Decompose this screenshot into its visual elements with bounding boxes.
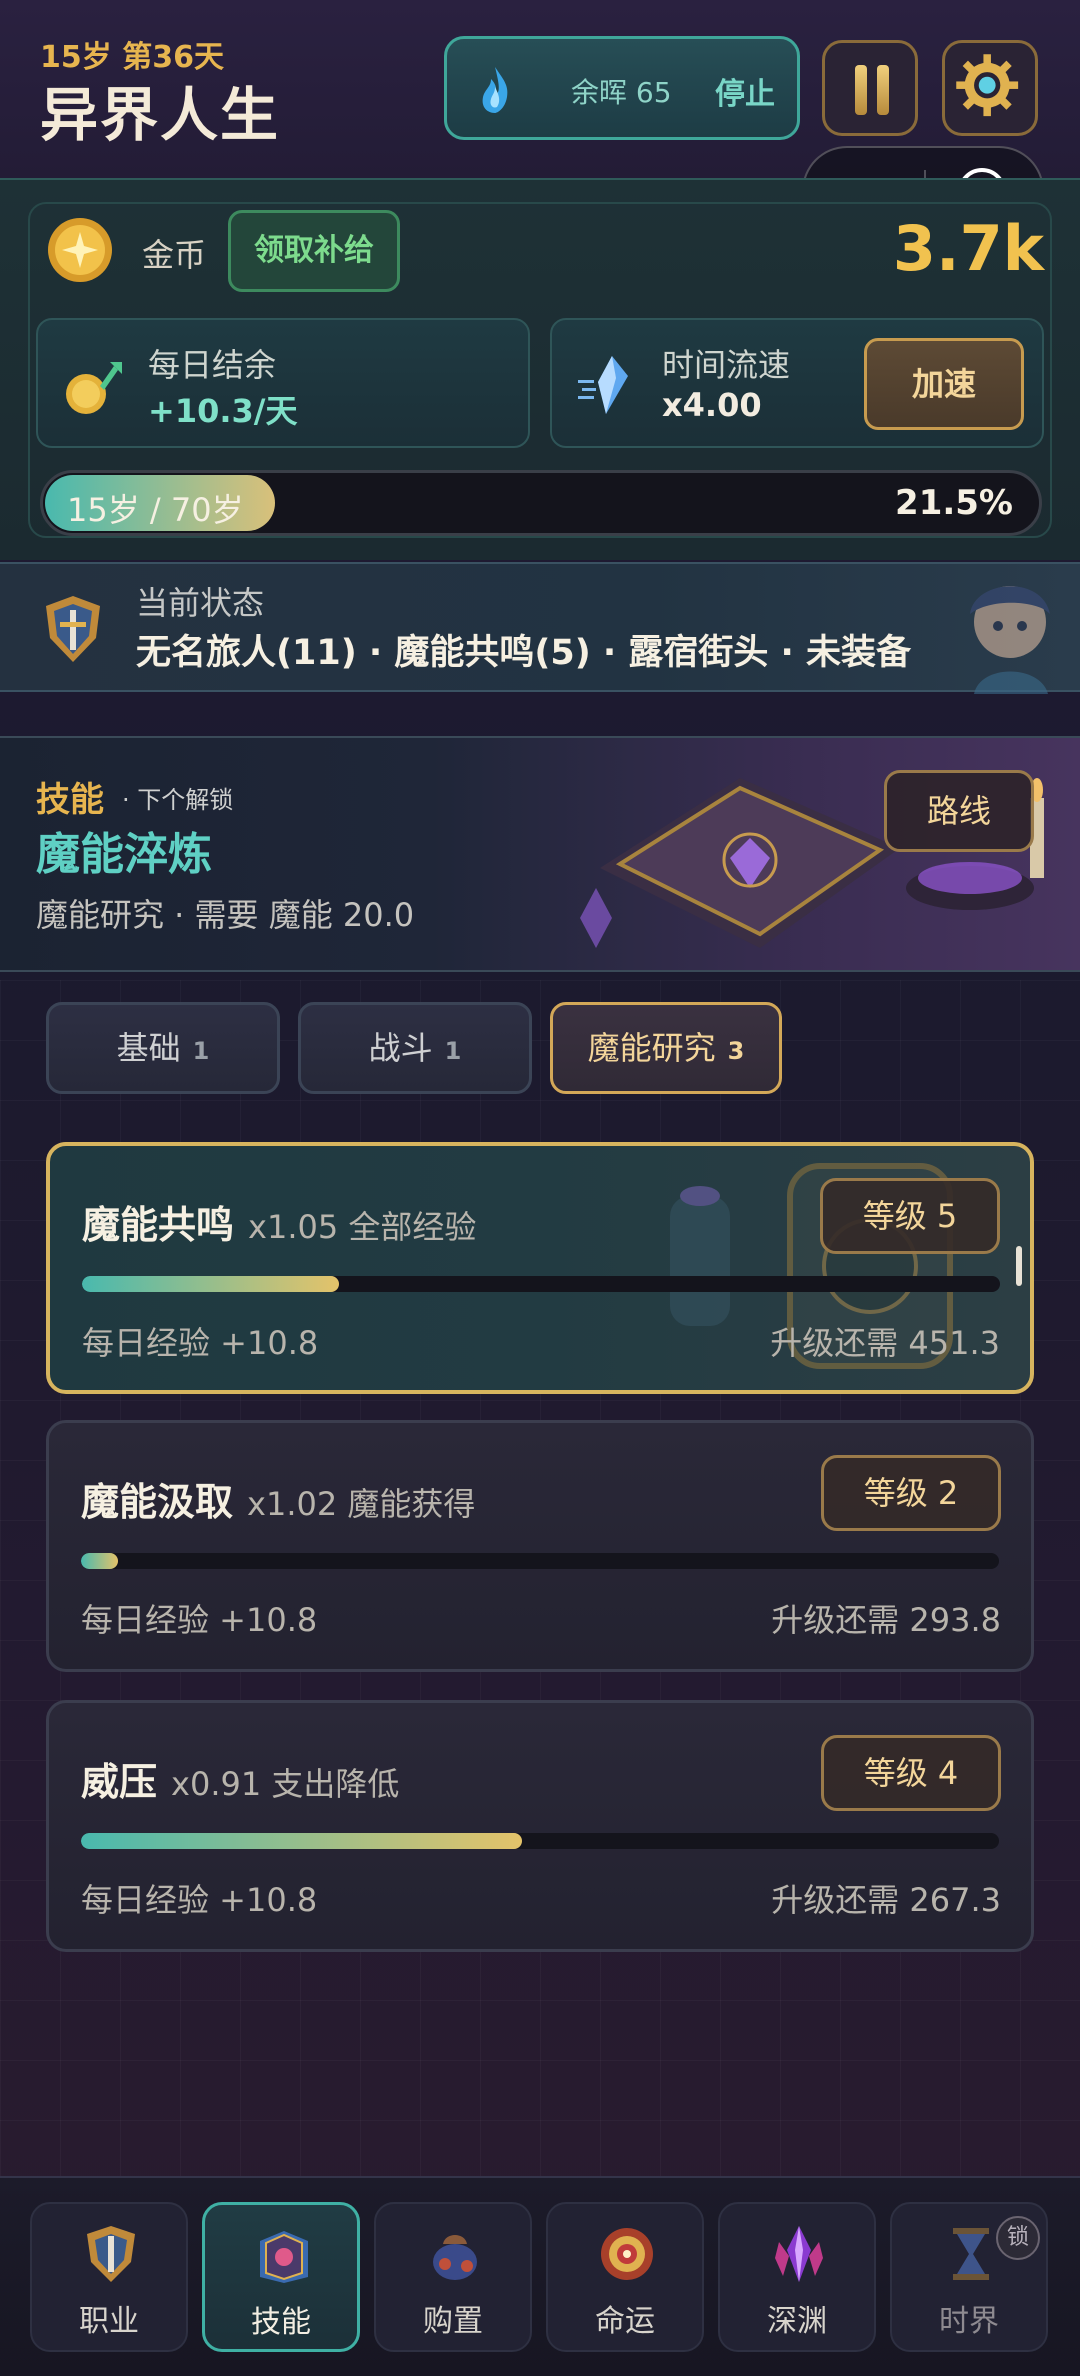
skill-xp-fill (81, 1553, 118, 1569)
pause-icon-bar (877, 65, 889, 115)
gold-amount: 3.7k (892, 212, 1044, 285)
app-title: 异界人生 (40, 81, 281, 149)
coin-growth-icon (66, 362, 122, 414)
bottom-navigation: 职业 技能 购置 命运 深渊 锁 时界 (0, 2176, 1080, 2376)
daily-balance-value: +10.3/天 (148, 392, 298, 430)
time-speed-label: 时间流速 (662, 346, 791, 384)
skill-card-magic-drain[interactable]: 魔能汲取 x1.02 魔能获得 等级 2 每日经验 +10.8 升级还需 293.… (46, 1420, 1034, 1672)
life-progress-bar: 15岁 / 70岁 21.5% (40, 470, 1042, 536)
skill-xp-fill (81, 1833, 522, 1849)
daily-balance-label: 每日结余 (148, 346, 277, 384)
skill-name: 魔能共鸣 (82, 1203, 235, 1247)
skill-level-badge: 等级 5 (820, 1178, 1000, 1254)
ember-label: 余晖 65 (571, 76, 672, 109)
skill-level-badge: 等级 4 (821, 1735, 1001, 1811)
skill-daily-xp: 每日经验 +10.8 (81, 1601, 318, 1639)
daily-balance-card: 每日结余 +10.3/天 (36, 318, 530, 448)
skill-xp-needed: 升级还需 293.8 (771, 1601, 1001, 1639)
status-text: 无名旅人(11) · 魔能共鸣(5) · 露宿街头 · 未装备 (136, 633, 912, 673)
nav-item-purchase[interactable]: 购置 (374, 2202, 532, 2352)
time-crystal-icon (578, 356, 628, 414)
tab-count: 1 (444, 1037, 462, 1065)
avatar (970, 586, 1050, 694)
tab-label: 战斗 (368, 1029, 433, 1067)
abyss-crystal-icon (775, 2226, 823, 2282)
nav-item-skills[interactable]: 技能 (202, 2202, 360, 2352)
next-skill-requirement: 魔能研究 · 需要 魔能 20.0 (36, 896, 415, 934)
gold-coin-icon (48, 218, 112, 282)
pause-button[interactable] (822, 40, 918, 136)
skill-name-line: 威压 x0.91 支出降低 (81, 1751, 399, 1806)
nav-label: 时界 (939, 2304, 999, 2339)
skill-effect: x1.05 全部经验 (248, 1208, 477, 1246)
nav-item-abyss[interactable]: 深渊 (718, 2202, 876, 2352)
tab-label: 基础 (116, 1029, 181, 1067)
nav-label: 命运 (595, 2304, 655, 2339)
ember-control[interactable]: 余晖 65 停止 (444, 36, 800, 140)
skill-xp-fill (82, 1276, 340, 1292)
nav-label: 职业 (79, 2304, 139, 2339)
fate-wheel-icon (601, 2228, 653, 2280)
skill-xp-needed: 升级还需 267.3 (771, 1881, 1001, 1919)
skill-xp-needed: 升级还需 451.3 (770, 1324, 1000, 1362)
time-speed-card: 时间流速 x4.00 加速 (550, 318, 1044, 448)
skill-level-badge: 等级 2 (821, 1455, 1001, 1531)
skill-daily-xp: 每日经验 +10.8 (81, 1881, 318, 1919)
skill-effect: x0.91 支出降低 (171, 1765, 400, 1803)
pause-icon (855, 65, 867, 115)
gear-icon (956, 54, 1019, 117)
spellbook-icon (260, 2231, 308, 2283)
nav-item-timeworld[interactable]: 锁 时界 (890, 2202, 1048, 2352)
tab-magic-research[interactable]: 魔能研究 3 (550, 1002, 782, 1094)
nav-item-fate[interactable]: 命运 (546, 2202, 704, 2352)
lock-badge: 锁 (996, 2216, 1040, 2260)
tab-count: 1 (192, 1037, 210, 1065)
flame-icon (482, 67, 508, 113)
tab-combat[interactable]: 战斗 1 (298, 1002, 532, 1094)
shield-icon (87, 2226, 135, 2282)
life-age-label: 15岁 / 70岁 (67, 491, 244, 529)
skills-banner: 技能 · 下个解锁 魔能淬炼 魔能研究 · 需要 魔能 20.0 路线 (0, 736, 1080, 972)
skill-xp-bar (81, 1833, 999, 1849)
time-speed-value: x4.00 (662, 386, 762, 424)
skill-name: 魔能汲取 (81, 1480, 234, 1524)
current-status-strip[interactable]: 当前状态 无名旅人(11) · 魔能共鸣(5) · 露宿街头 · 未装备 (0, 562, 1080, 694)
skill-xp-bar (81, 1553, 999, 1569)
skill-card-magic-resonance[interactable]: 魔能共鸣 x1.05 全部经验 等级 5 每日经验 +10.8 升级还需 451.… (46, 1142, 1034, 1394)
nav-item-career[interactable]: 职业 (30, 2202, 188, 2352)
tab-count: 3 (727, 1037, 745, 1065)
status-title: 当前状态 (136, 584, 265, 622)
next-skill-name: 魔能淬炼 (36, 829, 212, 880)
skill-xp-bar (82, 1276, 1000, 1292)
nav-label: 购置 (423, 2304, 483, 2339)
skill-name: 威压 (81, 1760, 158, 1804)
tab-label: 魔能研究 (587, 1029, 716, 1067)
claim-subsidy-button[interactable]: 领取补给 (228, 210, 400, 292)
route-button[interactable]: 路线 (884, 770, 1034, 852)
bag-icon (433, 2235, 477, 2280)
nav-label: 技能 (251, 2305, 311, 2340)
skill-daily-xp: 每日经验 +10.8 (82, 1324, 319, 1362)
settings-button[interactable] (942, 40, 1038, 136)
skill-name-line: 魔能汲取 x1.02 魔能获得 (81, 1471, 475, 1526)
skill-card-intimidation[interactable]: 威压 x0.91 支出降低 等级 4 每日经验 +10.8 升级还需 267.3 (46, 1700, 1034, 1952)
skill-name-line: 魔能共鸣 x1.05 全部经验 (82, 1194, 476, 1249)
card-scrollbar[interactable] (1016, 1246, 1022, 1286)
status-shield-icon (46, 596, 100, 662)
stop-button[interactable]: 停止 (715, 69, 775, 113)
accelerate-button[interactable]: 加速 (864, 338, 1024, 430)
skills-tag: 技能 (36, 780, 104, 820)
skill-effect: x1.02 魔能获得 (247, 1485, 476, 1523)
nav-label: 深渊 (767, 2304, 827, 2339)
hourglass-icon (953, 2228, 989, 2280)
tab-basic[interactable]: 基础 1 (46, 1002, 280, 1094)
next-unlock-label: · 下个解锁 (122, 786, 234, 814)
life-percent: 21.5% (895, 483, 1013, 523)
coin-label: 金币 (142, 236, 207, 274)
